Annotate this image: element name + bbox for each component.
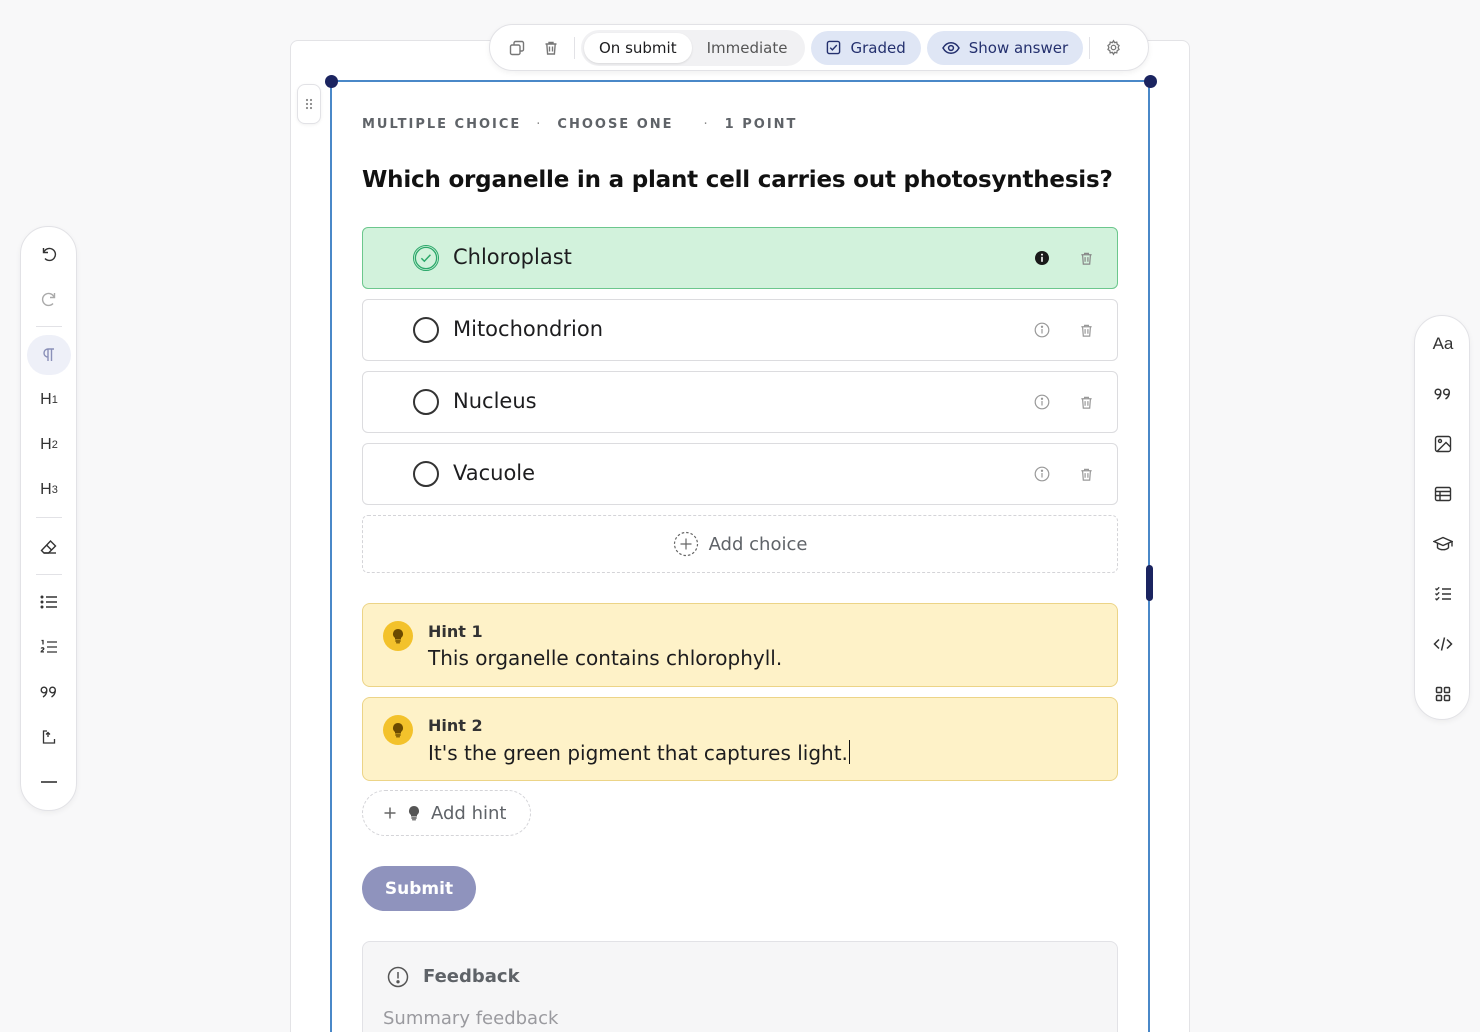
typography-icon[interactable]: Aa [1423,324,1463,364]
choice-label[interactable]: Chloroplast [453,245,572,269]
format-toolbar: H1 H2 H3 [20,226,77,811]
evaluation-mode-toggle: On submit Immediate [581,29,806,66]
hint-title: Hint 1 [428,622,483,641]
redo-icon[interactable] [27,279,71,319]
toolbar-divider [36,574,62,575]
checkbox-icon [827,40,841,55]
quote-icon[interactable] [1423,374,1463,414]
lightbulb-icon [383,715,413,745]
question-prompt[interactable]: Which organelle in a plant cell carries … [362,167,1113,193]
hint-card[interactable]: Hint 2 It's the green pigment that captu… [362,697,1118,781]
submit-button[interactable]: Submit [362,866,476,911]
heading-2-icon[interactable]: H2 [27,425,71,465]
choice-label[interactable]: Nucleus [453,389,537,413]
trash-icon[interactable] [1077,249,1095,267]
heading-3-icon[interactable]: H3 [27,470,71,510]
toolbar-divider [36,517,62,518]
eye-icon [941,41,960,54]
add-choice-button[interactable]: Add choice [362,515,1118,573]
mode-on-submit-button[interactable]: On submit [584,32,692,63]
info-icon[interactable] [1033,321,1051,339]
resize-handle-top-left[interactable] [324,74,338,88]
paragraph-icon[interactable] [27,335,71,375]
add-hint-button[interactable]: Add hint [362,790,531,836]
hint-text-editing[interactable]: It's the green pigment that captures lig… [428,740,851,765]
trash-icon[interactable] [534,31,568,65]
choice-item[interactable]: Vacuole [362,443,1118,505]
choice-label[interactable]: Mitochondrion [453,317,603,341]
heading-1-icon[interactable]: H1 [27,380,71,420]
question-type: MULTIPLE CHOICE [362,116,522,132]
radio-icon[interactable] [413,317,439,343]
plus-circle-icon [673,531,698,557]
toolbar-divider [36,326,62,327]
duplicate-icon[interactable] [500,31,534,65]
trash-icon[interactable] [1077,393,1095,411]
question-meta: MULTIPLE CHOICE · CHOOSE ONE · 1 POINT [362,115,797,133]
question-points: 1 POINT [724,116,798,132]
meta-separator: · [536,116,543,132]
hint-text[interactable]: This organelle contains chlorophyll. [428,646,782,670]
feedback-title: Feedback [423,966,520,987]
callout-icon[interactable] [27,717,71,757]
alert-circle-icon [387,966,409,988]
graded-toggle[interactable]: Graded [811,30,921,65]
info-icon[interactable] [1033,465,1051,483]
checklist-icon[interactable] [1423,574,1463,614]
choice-item[interactable]: Nucleus [362,371,1118,433]
grid-icon[interactable] [1423,674,1463,714]
drag-handle[interactable] [297,84,321,124]
resize-handle-right[interactable] [1146,565,1153,601]
table-icon[interactable] [1423,474,1463,514]
feedback-panel: Feedback [362,941,1118,1032]
numbered-list-icon[interactable] [27,627,71,667]
checked-radio-icon[interactable] [413,245,439,271]
show-answer-label: Show answer [968,38,1069,57]
gear-icon[interactable] [1096,31,1130,65]
undo-icon[interactable] [27,234,71,274]
lightbulb-icon [383,621,413,651]
radio-icon[interactable] [413,461,439,487]
graduation-cap-icon[interactable] [1423,524,1463,564]
hint-title: Hint 2 [428,716,483,735]
add-choice-label: Add choice [708,533,808,555]
block-toolbar: On submit Immediate Graded Show answer [489,24,1149,71]
choice-item-correct[interactable]: Chloroplast [362,227,1118,289]
eraser-icon[interactable] [27,527,71,567]
toolbar-divider [1089,36,1091,59]
text-caret [848,740,851,764]
quote-icon[interactable] [27,672,71,712]
plus-icon [384,807,396,819]
info-icon[interactable] [1033,393,1051,411]
insert-toolbar: Aa [1414,315,1470,720]
lightbulb-icon [409,806,419,821]
show-answer-toggle[interactable]: Show answer [926,30,1084,65]
question-mode: CHOOSE ONE [557,116,674,132]
divider-icon[interactable] [27,762,71,802]
choice-item[interactable]: Mitochondrion [362,299,1118,361]
trash-icon[interactable] [1077,465,1095,483]
meta-separator: · [703,116,710,132]
resize-handle-top-right[interactable] [1143,74,1157,88]
hint-card[interactable]: Hint 1 This organelle contains chlorophy… [362,603,1118,687]
bullet-list-icon[interactable] [27,582,71,622]
add-hint-label: Add hint [431,802,507,824]
graded-label: Graded [850,38,906,57]
radio-icon[interactable] [413,389,439,415]
choice-label[interactable]: Vacuole [453,461,535,485]
typography-label: Aa [1432,334,1454,353]
trash-icon[interactable] [1077,321,1095,339]
grip-icon [305,98,313,110]
image-icon[interactable] [1423,424,1463,464]
hint-text-value: It's the green pigment that captures lig… [428,741,848,765]
summary-feedback-input[interactable] [383,1004,1083,1032]
code-icon[interactable] [1423,624,1463,664]
mode-immediate-button[interactable]: Immediate [692,33,803,63]
info-icon[interactable] [1033,249,1051,267]
toolbar-divider [574,36,575,59]
